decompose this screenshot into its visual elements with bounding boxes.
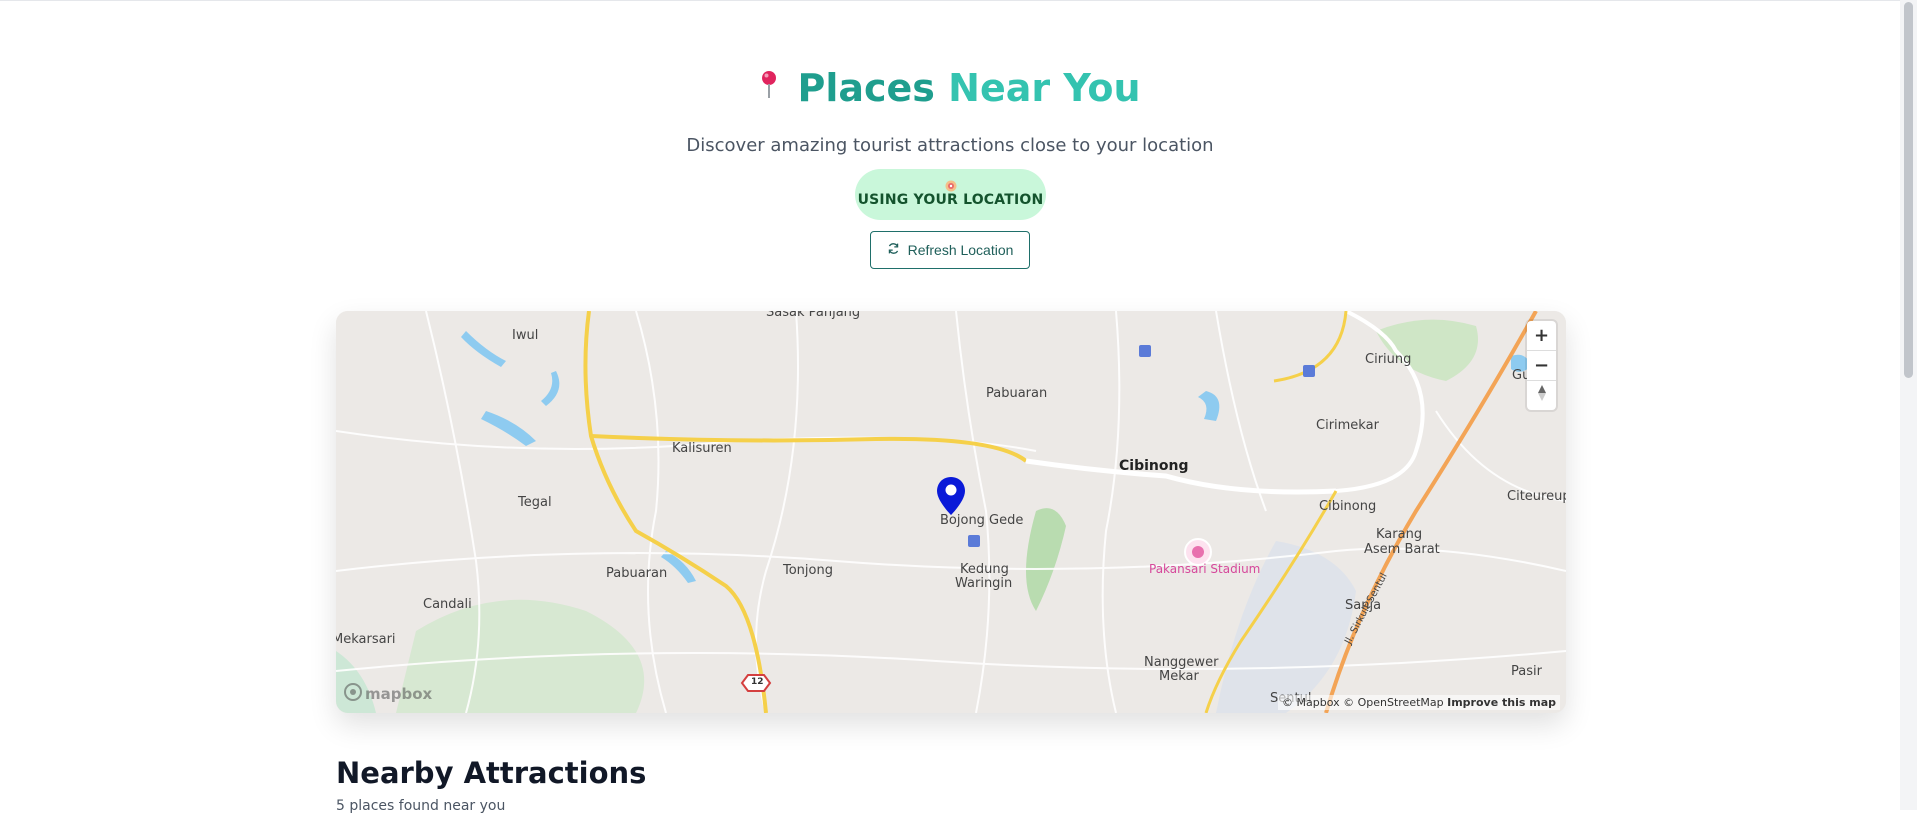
attribution-mapbox-link[interactable]: © Mapbox (1282, 696, 1340, 709)
mapbox-logo-icon (344, 683, 362, 705)
map-label-pabuaran-west: Pabuaran (606, 566, 668, 581)
pushpin-icon (759, 59, 779, 115)
nearby-attractions-count: 5 places found near you (336, 798, 506, 814)
refresh-location-button[interactable]: Refresh Location (870, 231, 1030, 269)
map-label-sasak-panjang: Sasak Panjang (766, 311, 861, 320)
map-label-mekar: Mekar (1159, 669, 1199, 684)
page-subtitle: Discover amazing tourist attractions clo… (686, 134, 1214, 156)
map-label-road-12: 12 (751, 677, 764, 687)
map-label-pabuaran-north: Pabuaran (986, 386, 1048, 401)
map-label-citeureup: Citeureup (1507, 489, 1566, 504)
map-label-karang: Karang (1376, 527, 1423, 542)
page-scrollbar[interactable] (1900, 0, 1917, 810)
location-status-badge: USING YOUR LOCATION (855, 169, 1046, 220)
mapbox-logo-text: mapbox (365, 685, 433, 703)
map-label-kedung: Kedung (960, 562, 1009, 577)
map-label-iwul: Iwul (512, 328, 539, 343)
map-label-waringin: Waringin (955, 576, 1013, 591)
improve-map-link[interactable]: Improve this map (1447, 696, 1556, 709)
map-attribution: © Mapbox © OpenStreetMap Improve this ma… (1278, 695, 1560, 710)
zoom-out-button[interactable]: − (1527, 351, 1556, 381)
zoom-in-button[interactable]: + (1527, 321, 1556, 351)
map-label-cirimekar: Cirimekar (1316, 418, 1379, 433)
map-label-mekarsari: Mekarsari (336, 632, 396, 647)
nearby-attractions-title: Nearby Attractions (336, 756, 647, 790)
title-part-near-you: Near You (948, 66, 1141, 110)
compass-reset-button[interactable] (1527, 381, 1556, 410)
map-label-kalisuren: Kalisuren (672, 441, 732, 456)
page-header: Places Near You Discover amazing tourist… (0, 60, 1900, 156)
attribution-osm-link[interactable]: © OpenStreetMap (1343, 696, 1444, 709)
map-label-asem-barat: Asem Barat (1364, 542, 1440, 557)
map-label-cibinong-east: Cibinong (1319, 499, 1377, 514)
map-label-pakansari-stadium: Pakansari Stadium (1149, 562, 1261, 576)
map-controls: + − (1527, 321, 1556, 410)
refresh-location-label: Refresh Location (907, 242, 1014, 258)
page-title: Places Near You (0, 60, 1900, 119)
map-label-tonjong: Tonjong (783, 563, 833, 578)
mapbox-logo[interactable]: mapbox (344, 683, 432, 705)
map-label-pasir: Pasir (1511, 664, 1542, 679)
map-label-cibinong-center: Cibinong (1119, 458, 1189, 474)
scrollbar-thumb[interactable] (1904, 2, 1913, 378)
map-label-tegal: Tegal (518, 495, 552, 510)
location-status-label: USING YOUR LOCATION (857, 192, 1044, 208)
user-location-marker-icon[interactable] (936, 476, 966, 520)
location-pin-icon (945, 177, 957, 192)
map-label-candali: Candali (423, 597, 472, 612)
map-label-ciriung: Ciriung (1365, 352, 1412, 367)
compass-icon (1537, 384, 1547, 407)
map-label-nanggewer: Nanggewer (1144, 655, 1219, 670)
refresh-icon (887, 242, 900, 258)
title-part-places: Places (797, 66, 935, 110)
map-view[interactable]: Sasak Panjang Iwul Pabuaran Kalisuren Ci… (336, 311, 1566, 713)
top-divider (0, 0, 1917, 1)
